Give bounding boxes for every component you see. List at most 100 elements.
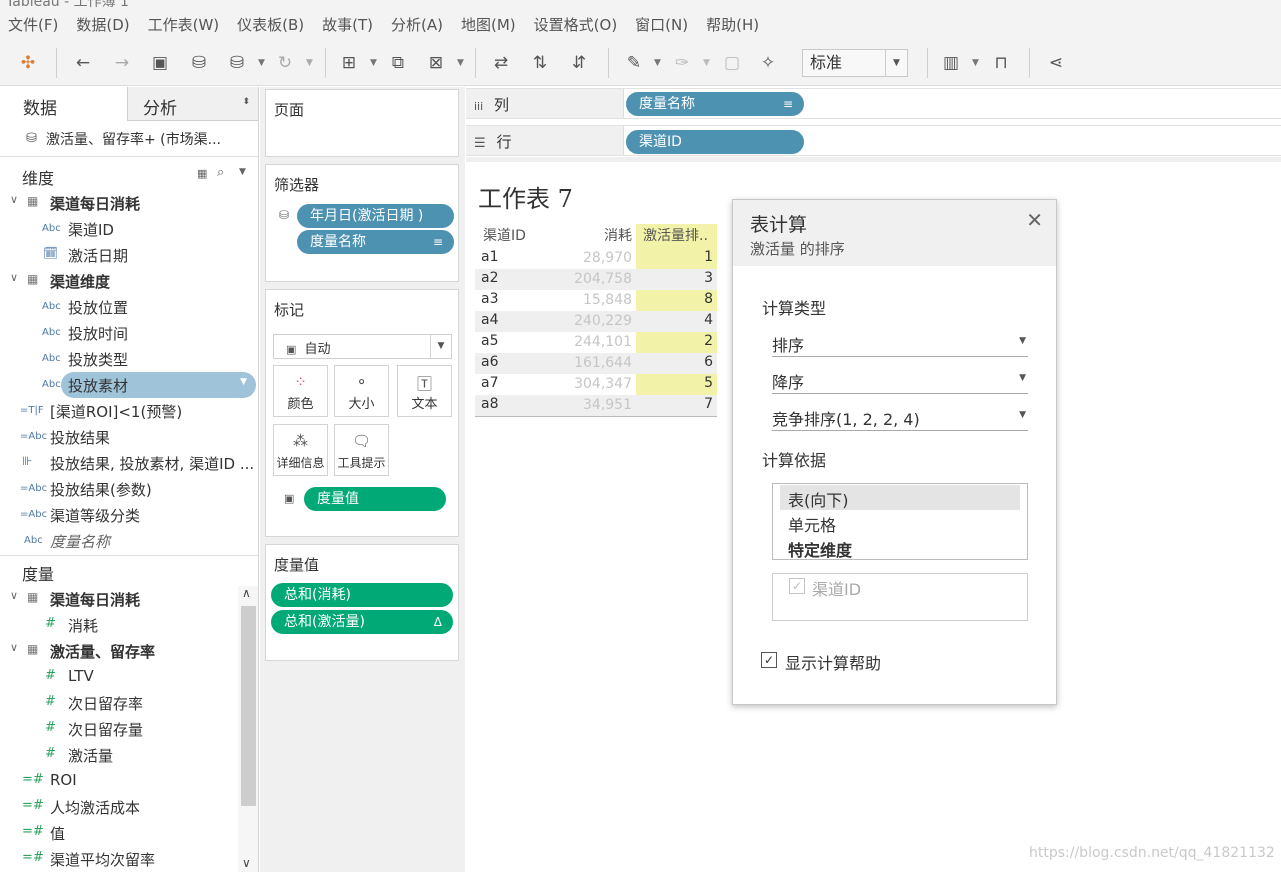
field-placement-position[interactable]: Abc 投放位置 xyxy=(0,294,258,320)
menu-worksheet[interactable]: 工作表(W) xyxy=(148,14,220,35)
column-header-rank[interactable]: 激活量排.. xyxy=(643,224,717,248)
swap-rows-columns-icon[interactable]: ⇄ xyxy=(490,52,512,74)
menu-help[interactable]: 帮助(H) xyxy=(706,14,759,35)
color-button[interactable]: ⁘ 颜色 xyxy=(273,365,328,417)
table-row[interactable]: a7 304,347 5 xyxy=(475,374,717,395)
tableau-logo-icon[interactable]: ✣ xyxy=(17,52,39,74)
measure-pill-sum-cost[interactable]: 总和(消耗) xyxy=(271,583,453,607)
field-roi-warning[interactable]: =T|F [渠道ROI]<1(预警) xyxy=(0,398,258,424)
option-cell[interactable]: 单元格 xyxy=(780,510,1020,535)
field-placement-type[interactable]: Abc 投放类型 xyxy=(0,346,258,372)
chevron-down-icon[interactable]: ▼ xyxy=(239,167,246,177)
fit-dropdown[interactable]: 标准 ▼ xyxy=(802,49,908,77)
field-roi[interactable]: =# ROI xyxy=(0,768,258,794)
field-cost-per-activation[interactable]: =# 人均激活成本 xyxy=(0,794,258,820)
folder-activation-retention[interactable]: ∨ ▦ 激活量、留存率 xyxy=(0,638,258,664)
filter-pill-measure-names[interactable]: 度量名称 ≡ xyxy=(297,230,454,254)
field-channel-id[interactable]: Abc 渠道ID xyxy=(0,216,258,242)
highlight-icon[interactable]: ✎ xyxy=(623,52,645,74)
option-specific-dimensions[interactable]: 特定维度 xyxy=(780,535,1020,560)
chevron-down-icon[interactable]: ▼ xyxy=(972,52,979,74)
folder-channel-daily-cost-measures[interactable]: ∨ ▦ 渠道每日消耗 xyxy=(0,586,258,612)
columns-shelf[interactable]: iii 列 度量名称 ≡ xyxy=(466,88,1281,119)
menu-story[interactable]: 故事(T) xyxy=(322,14,373,35)
table-row[interactable]: a1 28,970 1 xyxy=(475,248,717,269)
folder-channel-daily-cost[interactable]: ∨ ▦ 渠道每日消耗 xyxy=(0,190,258,216)
save-icon[interactable]: ▣ xyxy=(149,52,171,74)
menu-format[interactable]: 设置格式(O) xyxy=(534,14,618,35)
undo-icon[interactable]: ← xyxy=(72,52,94,74)
field-placement-result-param[interactable]: =Abc 投放结果(参数) xyxy=(0,476,258,502)
menu-window[interactable]: 窗口(N) xyxy=(635,14,688,35)
chevron-down-icon[interactable]: ▼ xyxy=(258,52,265,74)
table-row[interactable]: a6 161,644 6 xyxy=(475,353,717,374)
table-row[interactable]: a8 34,951 7 xyxy=(475,395,717,416)
share-icon[interactable]: ⋖ xyxy=(1045,52,1067,74)
show-mark-labels-icon[interactable]: ▢ xyxy=(721,52,743,74)
rows-shelf[interactable]: ☰ 行 渠道ID xyxy=(466,125,1281,156)
dimension-checkbox[interactable]: ✓ xyxy=(789,578,805,594)
chevron-down-icon[interactable]: ▼ xyxy=(306,52,313,74)
field-ltv[interactable]: # LTV xyxy=(0,664,258,690)
sheet-title[interactable]: 工作表 7 xyxy=(478,179,573,214)
field-next-day-retention[interactable]: # 次日留存量 xyxy=(0,716,258,742)
field-measure-names[interactable]: Abc 度量名称 xyxy=(0,528,258,554)
menu-map[interactable]: 地图(M) xyxy=(461,14,516,35)
duplicate-sheet-icon[interactable]: ⧉ xyxy=(387,52,409,74)
text-button[interactable]: 🅃 文本 xyxy=(397,365,452,417)
clear-sheet-icon[interactable]: ⊠ xyxy=(425,52,447,74)
pause-updates-icon[interactable]: ⛁ xyxy=(226,52,248,74)
chevron-down-icon[interactable]: ▼ xyxy=(654,52,661,74)
tab-analysis[interactable]: 分析 ⬍ xyxy=(127,87,258,121)
view-toggle-icon[interactable]: ▦ xyxy=(197,167,207,180)
field-combined[interactable]: ⊪ 投放结果, 投放素材, 渠道ID ... xyxy=(0,450,258,476)
new-datasource-icon[interactable]: ⛁ xyxy=(188,52,210,74)
table-row[interactable]: a3 15,848 8 xyxy=(475,290,717,311)
measures-scrollbar[interactable]: ∧ ∨ xyxy=(238,586,258,872)
chevron-down-icon[interactable]: ▼ xyxy=(703,52,710,74)
redo-icon[interactable]: → xyxy=(111,52,133,74)
show-cards-icon[interactable]: ▥ xyxy=(940,52,962,74)
field-placement-time[interactable]: Abc 投放时间 xyxy=(0,320,258,346)
rows-pill-channel-id[interactable]: 渠道ID xyxy=(626,130,804,154)
field-next-day-retention-rate[interactable]: # 次日留存率 xyxy=(0,690,258,716)
sort-descending-icon[interactable]: ⇵ xyxy=(568,52,590,74)
scrollbar-thumb[interactable] xyxy=(241,606,256,806)
column-header-channel-id[interactable]: 渠道ID xyxy=(483,224,526,248)
sort-ascending-icon[interactable]: ⇅ xyxy=(529,52,551,74)
new-worksheet-icon[interactable]: ⊞ xyxy=(338,52,360,74)
column-header-cost[interactable]: 消耗 xyxy=(565,224,632,248)
field-placement-material[interactable]: ▼ Abc 投放素材 xyxy=(0,372,258,398)
size-button[interactable]: ⚬ 大小 xyxy=(334,365,389,417)
detail-button[interactable]: ⁂ 详细信息 xyxy=(273,424,328,476)
table-row[interactable]: a5 244,101 2 xyxy=(475,332,717,353)
menu-file[interactable]: 文件(F) xyxy=(8,14,58,35)
group-members-icon[interactable]: ✑ xyxy=(671,52,693,74)
order-select[interactable]: 降序 ▼ xyxy=(772,366,1028,394)
mark-type-dropdown[interactable]: ▣ 自动 ▼ xyxy=(273,334,452,359)
chevron-down-icon[interactable]: ▼ xyxy=(457,52,464,74)
field-avg-retention[interactable]: =# 渠道平均次留率 xyxy=(0,846,258,872)
folder-channel-dimension[interactable]: ∨ ▦ 渠道维度 xyxy=(0,268,258,294)
menu-data[interactable]: 数据(D) xyxy=(76,14,129,35)
close-icon[interactable]: ✕ xyxy=(1026,208,1043,232)
chevron-down-icon[interactable]: ▼ xyxy=(240,377,247,387)
search-icon[interactable]: ⌕ xyxy=(217,165,224,180)
option-table-down[interactable]: 表(向下) xyxy=(780,485,1020,510)
scroll-up-icon[interactable]: ∧ xyxy=(242,586,251,600)
measure-pill-sum-activations[interactable]: 总和(激活量) Δ xyxy=(271,610,453,634)
menu-analysis[interactable]: 分析(A) xyxy=(391,14,443,35)
columns-pill-measure-names[interactable]: 度量名称 ≡ xyxy=(626,92,804,116)
tab-data[interactable]: 数据 xyxy=(0,87,127,121)
datasource-item[interactable]: ⛁ 激活量、留存率+ (市场渠... xyxy=(0,121,258,157)
chevron-down-icon[interactable]: ▼ xyxy=(370,52,377,74)
marks-pill-measure-values[interactable]: 度量值 xyxy=(304,487,446,511)
table-row[interactable]: a2 204,758 3 xyxy=(475,269,717,290)
field-placement-result[interactable]: =Abc 投放结果 xyxy=(0,424,258,450)
calc-type-select[interactable]: 排序 ▼ xyxy=(772,329,1028,357)
field-cost[interactable]: # 消耗 xyxy=(0,612,258,638)
filters-card[interactable]: 筛选器 ⛁ 年月日(激活日期 ) 度量名称 ≡ xyxy=(265,164,459,282)
field-activations[interactable]: # 激活量 xyxy=(0,742,258,768)
field-channel-grade[interactable]: =Abc 渠道等级分类 xyxy=(0,502,258,528)
pages-card[interactable]: 页面 xyxy=(265,89,459,157)
